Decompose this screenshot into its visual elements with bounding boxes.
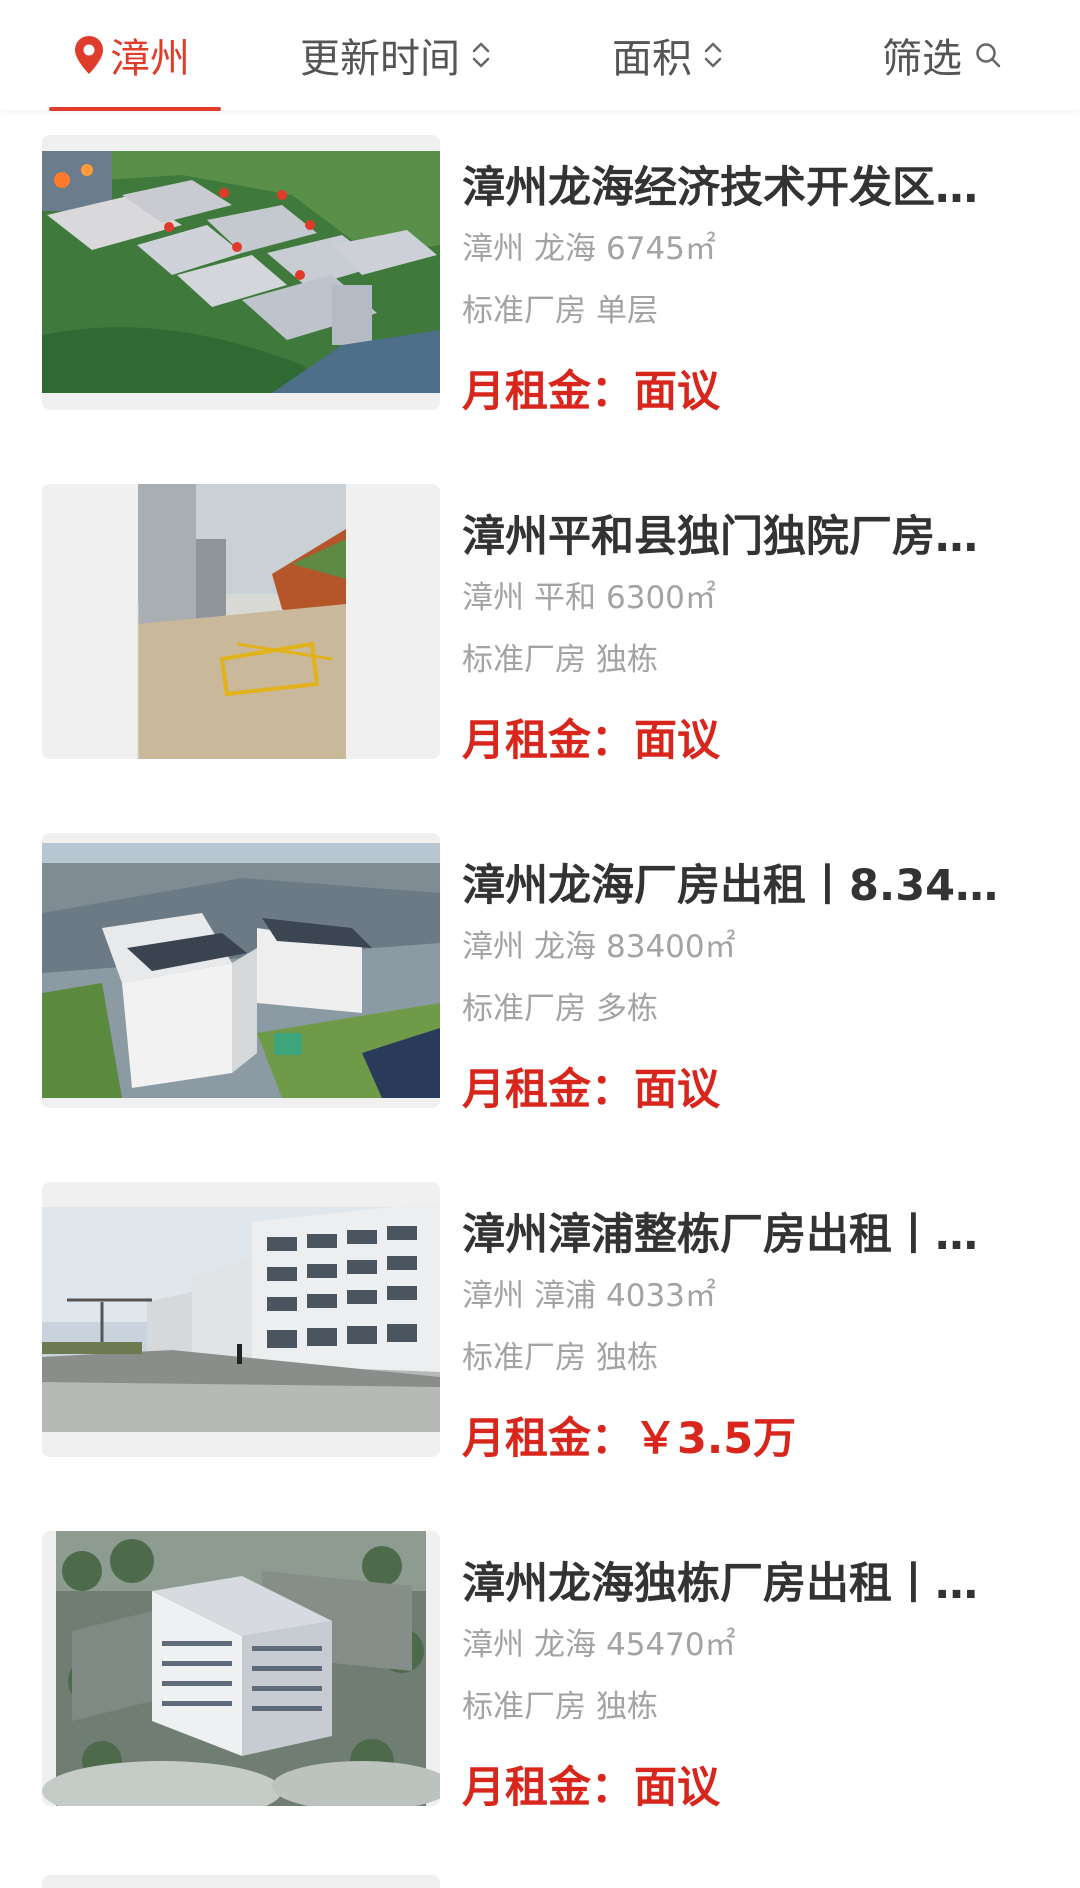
listing-city: 漳州	[462, 231, 524, 267]
rent-value: 面议	[634, 716, 720, 766]
rent-label: 月租金：	[462, 716, 634, 766]
listing-location: 漳州 漳浦 4033㎡	[462, 1270, 726, 1315]
listing-type: 标准厂房 多栋	[462, 983, 668, 1028]
listing-card[interactable]: 漳州龙海厂房出租丨8.34… 漳州 龙海 83400㎡ 标准厂房 多栋 月租金：面议	[0, 833, 1080, 1123]
filter-bar: 漳州 更新时间 面积 筛选	[0, 0, 1080, 111]
rent-value: ￥3.5万	[634, 1414, 797, 1464]
sort-updown-icon	[472, 42, 490, 68]
listing-district: 龙海	[534, 929, 596, 965]
listing-thumbnail-rendered-factory-building[interactable]	[42, 1531, 440, 1806]
listing-rent: 月租金：面议	[462, 357, 720, 419]
listing-subtype: 单层	[596, 293, 658, 329]
city-label: 漳州	[110, 36, 190, 82]
sort-area-label: 面积	[612, 36, 692, 82]
listing-city: 漳州	[462, 929, 524, 965]
listing-district: 平和	[534, 580, 596, 616]
filter-button[interactable]: 筛选	[882, 0, 1002, 110]
listing-type-label: 标准厂房	[462, 293, 586, 329]
sort-time-label: 更新时间	[300, 36, 460, 82]
listing-title[interactable]: 漳州平和县独门独院厂房…	[462, 502, 1002, 564]
listing-type: 标准厂房 单层	[462, 285, 668, 330]
listing-area: 6300㎡	[606, 580, 716, 616]
listing-card[interactable]: 漳州龙海经济技术开发区… 漳州 龙海 6745㎡ 标准厂房 单层 月租金：面议	[0, 135, 1080, 425]
listing-subtype: 多栋	[596, 991, 658, 1027]
listing-city: 漳州	[462, 1278, 524, 1314]
listing-card[interactable]: 漳州龙海独栋厂房出租丨… 漳州 龙海 45470㎡ 标准厂房 独栋 月租金：面议	[0, 1531, 1080, 1821]
listing-location: 漳州 平和 6300㎡	[462, 572, 726, 617]
listing-rent: 月租金：￥3.5万	[462, 1404, 796, 1466]
listing-thumbnail-factory-street-view[interactable]	[42, 1182, 440, 1457]
listing-subtype: 独栋	[596, 1689, 658, 1725]
listing-city: 漳州	[462, 1627, 524, 1663]
listing-type-label: 标准厂房	[462, 1340, 586, 1376]
listing-area: 4033㎡	[606, 1278, 716, 1314]
search-icon	[976, 43, 1001, 68]
city-selector[interactable]: 漳州	[74, 0, 190, 110]
sort-by-area[interactable]: 面积	[612, 0, 724, 110]
rent-label: 月租金：	[462, 1763, 634, 1813]
listing-card[interactable]: 漳州平和县独门独院厂房… 漳州 平和 6300㎡ 标准厂房 独栋 月租金：面议	[0, 484, 1080, 774]
listing-type-label: 标准厂房	[462, 991, 586, 1027]
location-pin-icon	[75, 36, 103, 74]
listing-area: 83400㎡	[606, 929, 736, 965]
listing-title[interactable]: 漳州漳浦整栋厂房出租丨…	[462, 1200, 1002, 1262]
listing-rent: 月租金：面议	[462, 706, 720, 768]
rent-label: 月租金：	[462, 367, 634, 417]
listing-district: 龙海	[534, 231, 596, 267]
rent-value: 面议	[634, 367, 720, 417]
sort-updown-icon	[704, 42, 722, 68]
listing-type: 标准厂房 独栋	[462, 1681, 668, 1726]
listing-area: 45470㎡	[606, 1627, 736, 1663]
listing-district: 龙海	[534, 1627, 596, 1663]
listing-thumbnail-aerial-factory-buildings[interactable]	[42, 833, 440, 1108]
listing-type-label: 标准厂房	[462, 1689, 586, 1725]
rent-label: 月租金：	[462, 1065, 634, 1115]
listing-subtype: 独栋	[596, 642, 658, 678]
listing-thumbnail-aerial-industrial-park[interactable]	[42, 135, 440, 410]
listing-card[interactable]: 漳州漳浦整栋厂房出租丨… 漳州 漳浦 4033㎡ 标准厂房 独栋 月租金：￥3.5万	[0, 1182, 1080, 1472]
active-tab-indicator	[49, 107, 221, 111]
rent-value: 面议	[634, 1763, 720, 1813]
listing-type: 标准厂房 独栋	[462, 634, 668, 679]
listing-title[interactable]: 漳州龙海厂房出租丨8.34…	[462, 851, 1002, 913]
rent-label: 月租金：	[462, 1414, 634, 1464]
listing-location: 漳州 龙海 6745㎡	[462, 223, 726, 268]
listing-type: 标准厂房 独栋	[462, 1332, 668, 1377]
next-listing-thumbnail-peek	[42, 1875, 440, 1888]
listing-subtype: 独栋	[596, 1340, 658, 1376]
filter-label: 筛选	[882, 36, 962, 82]
listing-rent: 月租金：面议	[462, 1753, 720, 1815]
listing-location: 漳州 龙海 45470㎡	[462, 1619, 746, 1664]
listing-city: 漳州	[462, 580, 524, 616]
listing-district: 漳浦	[534, 1278, 596, 1314]
listing-thumbnail-factory-yard-portrait[interactable]	[42, 484, 440, 759]
listing-area: 6745㎡	[606, 231, 716, 267]
listing-location: 漳州 龙海 83400㎡	[462, 921, 746, 966]
listing-rent: 月租金：面议	[462, 1055, 720, 1117]
listing-type-label: 标准厂房	[462, 642, 586, 678]
rent-value: 面议	[634, 1065, 720, 1115]
listing-title[interactable]: 漳州龙海独栋厂房出租丨…	[462, 1549, 1002, 1611]
sort-by-time[interactable]: 更新时间	[300, 0, 492, 110]
listing-title[interactable]: 漳州龙海经济技术开发区…	[462, 153, 1002, 215]
